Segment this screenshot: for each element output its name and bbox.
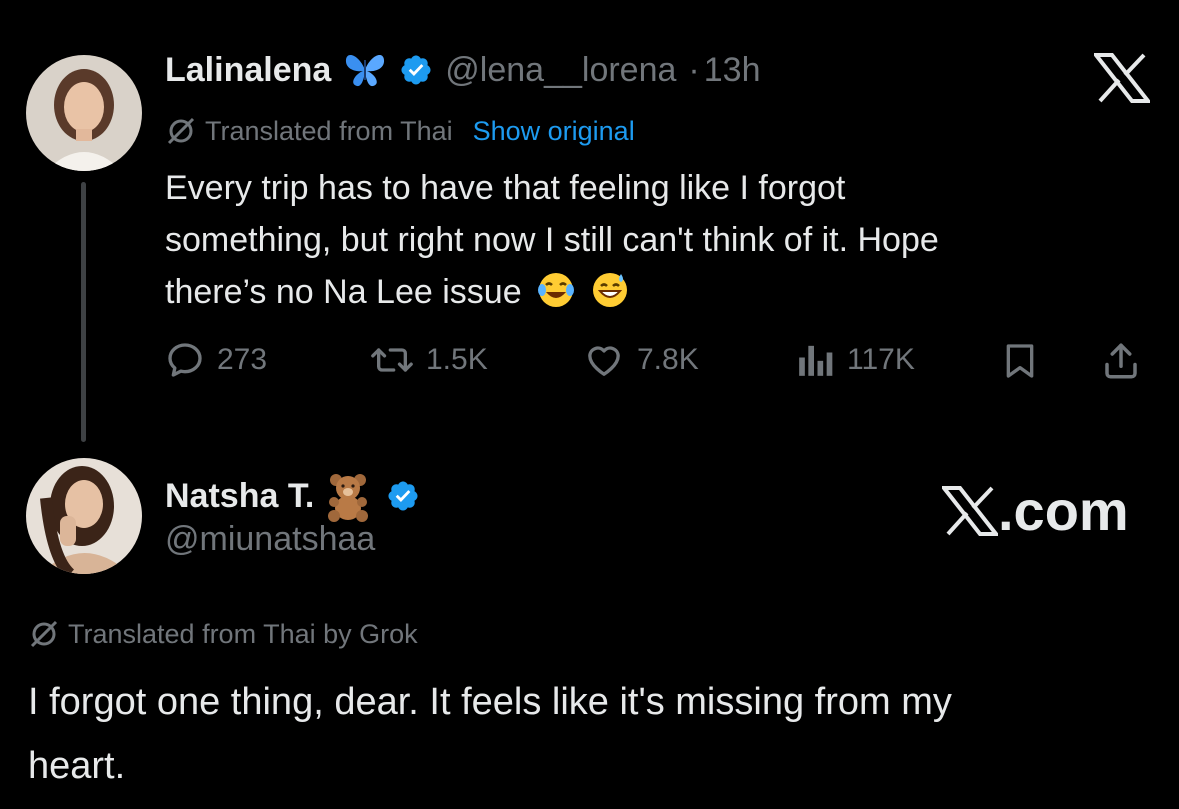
butterfly-icon: [346, 55, 385, 87]
views-count: 117K: [847, 343, 915, 376]
avatar-lalinalena[interactable]: [26, 55, 142, 171]
tweet1-header: Lalinalena @lena__lorena · 13h: [165, 50, 760, 90]
verified-badge-icon: [388, 481, 418, 511]
screenshot-root: Lalinalena @lena__lorena · 13h Translate…: [0, 0, 1179, 809]
like-count: 7.8K: [637, 343, 699, 376]
reply-action[interactable]: 273: [165, 340, 267, 380]
bookmark-icon[interactable]: [1000, 340, 1040, 382]
tweet1-text-line-3-wrap: there’s no Na Lee issue: [165, 266, 1145, 318]
show-original-link[interactable]: Show original: [473, 116, 635, 147]
x-com-branding: .com: [942, 478, 1129, 543]
x-letter-logo-icon: [942, 485, 998, 536]
verified-badge-icon: [401, 55, 431, 85]
repost-action[interactable]: 1.5K: [370, 340, 488, 380]
tweet2-text: I forgot one thing, dear. It feels like …: [28, 670, 1158, 798]
translate-icon: [167, 117, 195, 145]
tweet1-text: Every trip has to have that feeling like…: [165, 162, 1145, 318]
x-com-suffix: .com: [998, 479, 1129, 542]
translate-icon: [30, 620, 58, 648]
tweet1-handle[interactable]: @lena__lorena: [445, 51, 676, 90]
tweet1-display-name[interactable]: Lalinalena: [165, 51, 331, 90]
tweet1-text-line-3: there’s no Na Lee issue: [165, 273, 522, 311]
tweet2-translated-label: Translated from Thai by Grok: [68, 618, 418, 649]
avatar-natsha[interactable]: [26, 458, 142, 574]
thread-connector-line: [81, 182, 86, 442]
tweet1-text-line-1: Every trip has to have that feeling like…: [165, 169, 846, 207]
repost-icon: [371, 348, 413, 372]
reply-icon: [168, 343, 202, 377]
like-action[interactable]: 7.8K: [583, 340, 699, 380]
views-chart-icon: [799, 345, 833, 376]
grinning-sweat-emoji-icon: [592, 273, 627, 307]
tweet1-translation-row: Translated from Thai Show original: [165, 115, 635, 147]
laughing-tears-emoji-icon: [538, 273, 575, 307]
tweet1-separator: ·: [688, 50, 700, 89]
share-icon[interactable]: [1100, 340, 1142, 382]
tweet2-display-name[interactable]: Natsha T.: [165, 477, 314, 516]
x-logo-icon[interactable]: [1094, 53, 1150, 103]
teddy-bear-icon: [328, 474, 369, 522]
heart-icon: [588, 346, 620, 376]
tweet2-text-line-1: I forgot one thing, dear. It feels like …: [28, 681, 952, 723]
tweet1-time[interactable]: 13h: [704, 51, 761, 90]
tweet1-translated-label: Translated from Thai: [205, 115, 453, 146]
tweet2-text-line-2: heart.: [28, 745, 126, 787]
reply-count: 273: [217, 343, 268, 376]
tweet2-header: Natsha T.: [165, 470, 420, 522]
repost-count: 1.5K: [426, 343, 488, 376]
tweet2-translation-row: Translated from Thai by Grok: [28, 618, 418, 650]
tweet2-handle[interactable]: @miunatshaa: [165, 520, 375, 559]
tweet1-text-line-2: something, but right now I still can't t…: [165, 221, 939, 259]
views-action[interactable]: 117K: [795, 340, 915, 380]
